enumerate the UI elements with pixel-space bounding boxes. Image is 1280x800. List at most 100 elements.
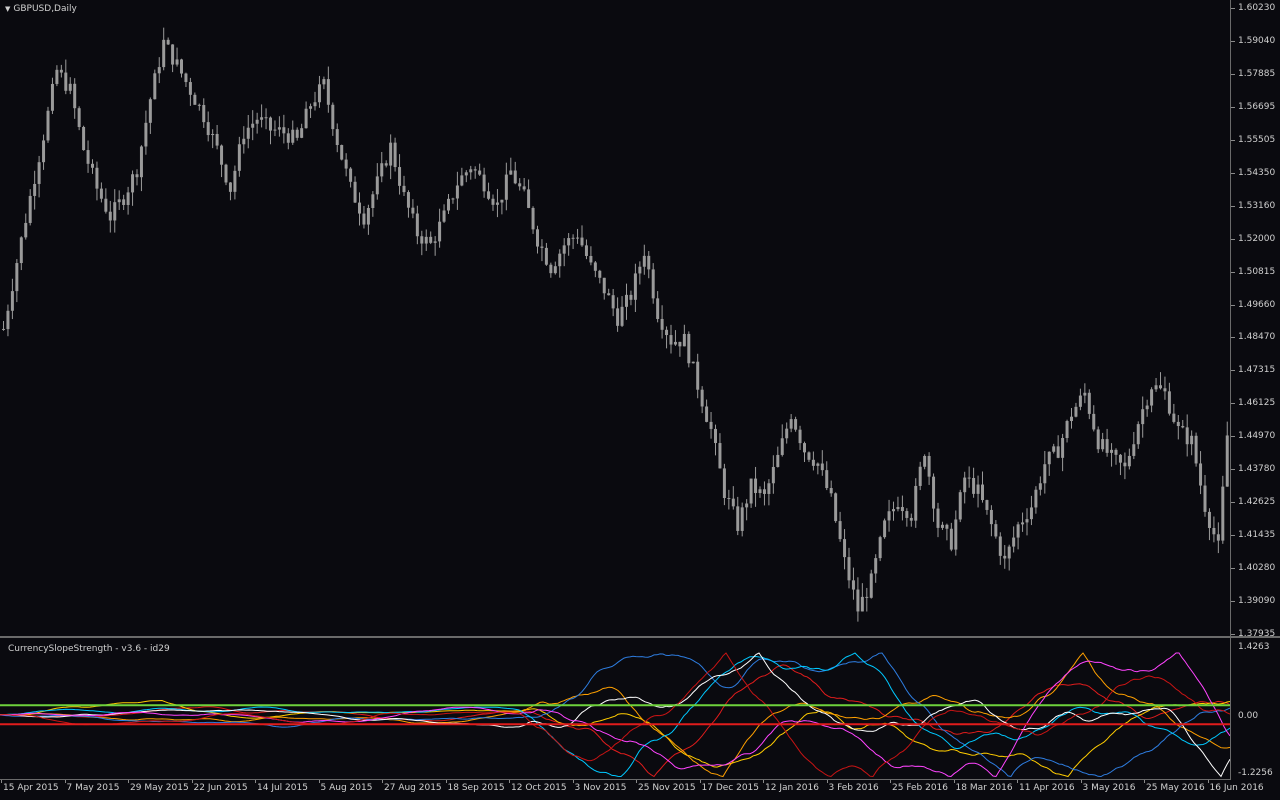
candle[interactable] <box>188 77 192 106</box>
candle[interactable] <box>673 330 677 346</box>
candle[interactable] <box>68 77 72 95</box>
candle[interactable] <box>918 461 922 491</box>
candle[interactable] <box>139 145 143 192</box>
candle[interactable] <box>958 489 962 523</box>
candle[interactable] <box>527 179 531 209</box>
candle[interactable] <box>1145 399 1149 417</box>
candle[interactable] <box>313 91 317 111</box>
candle[interactable] <box>126 186 130 215</box>
candle[interactable] <box>193 92 197 105</box>
candle[interactable] <box>1105 428 1109 457</box>
candle[interactable] <box>1132 431 1136 460</box>
candle[interactable] <box>544 242 548 266</box>
candle[interactable] <box>1212 516 1216 543</box>
candle[interactable] <box>558 249 562 278</box>
candle[interactable] <box>384 160 388 168</box>
candle[interactable] <box>758 486 762 498</box>
candle[interactable] <box>727 489 731 510</box>
candle[interactable] <box>932 473 936 522</box>
candle[interactable] <box>73 78 77 119</box>
candlestick-chart[interactable] <box>0 0 1230 636</box>
candle[interactable] <box>1185 414 1189 457</box>
candle[interactable] <box>375 163 379 200</box>
candle[interactable] <box>691 361 695 364</box>
candle[interactable] <box>335 123 339 153</box>
candle[interactable] <box>883 518 887 539</box>
candle[interactable] <box>1025 508 1029 536</box>
candle[interactable] <box>478 163 482 176</box>
candle[interactable] <box>709 411 713 439</box>
candle[interactable] <box>135 169 139 186</box>
candle[interactable] <box>300 123 304 139</box>
candle[interactable] <box>1221 475 1225 544</box>
candle[interactable] <box>816 462 820 475</box>
candle[interactable] <box>389 134 393 180</box>
candle[interactable] <box>1056 435 1060 459</box>
candle[interactable] <box>678 341 682 357</box>
candle[interactable] <box>291 120 295 145</box>
candle[interactable] <box>1154 378 1158 392</box>
candle[interactable] <box>309 103 313 118</box>
candle[interactable] <box>1083 383 1087 404</box>
candle[interactable] <box>15 259 19 303</box>
candle[interactable] <box>820 450 824 476</box>
candle[interactable] <box>1065 419 1069 443</box>
candle[interactable] <box>731 486 735 510</box>
candle[interactable] <box>237 136 241 177</box>
dropdown-triangle-icon[interactable]: ▼ <box>5 5 10 13</box>
chart-symbol-title[interactable]: ▼ GBPUSD,Daily <box>5 4 77 14</box>
candle[interactable] <box>976 475 980 508</box>
candle[interactable] <box>380 151 384 183</box>
candle[interactable] <box>340 144 344 161</box>
candle[interactable] <box>829 480 833 497</box>
candle[interactable] <box>847 547 851 589</box>
candle[interactable] <box>28 189 32 226</box>
candle[interactable] <box>860 583 864 612</box>
candle[interactable] <box>500 199 504 215</box>
candle[interactable] <box>611 288 615 317</box>
candle[interactable] <box>269 116 272 145</box>
candle[interactable] <box>246 115 250 149</box>
candle[interactable] <box>442 204 446 223</box>
candle[interactable] <box>260 104 264 128</box>
candle[interactable] <box>358 192 361 226</box>
candle[interactable] <box>745 499 749 521</box>
candle[interactable] <box>295 127 299 141</box>
candle[interactable] <box>433 236 437 256</box>
candle[interactable] <box>1101 432 1105 452</box>
candle[interactable] <box>451 197 455 204</box>
candle[interactable] <box>771 455 775 494</box>
candle[interactable] <box>1159 372 1162 390</box>
candle[interactable] <box>228 182 232 201</box>
candle[interactable] <box>616 297 620 332</box>
candle[interactable] <box>331 102 335 136</box>
candle[interactable] <box>1199 451 1203 495</box>
candle[interactable] <box>113 189 117 233</box>
candle[interactable] <box>224 163 228 186</box>
candle[interactable] <box>665 326 669 349</box>
candle[interactable] <box>491 194 495 211</box>
candle[interactable] <box>64 59 68 95</box>
candle[interactable] <box>242 126 246 154</box>
candle[interactable] <box>736 496 740 536</box>
candle[interactable] <box>469 165 473 180</box>
candle[interactable] <box>1016 521 1020 550</box>
candle[interactable] <box>366 204 370 235</box>
candle[interactable] <box>197 103 201 111</box>
candle[interactable] <box>1176 415 1180 440</box>
candle[interactable] <box>865 587 869 612</box>
candle[interactable] <box>122 194 126 211</box>
candle[interactable] <box>580 225 584 247</box>
candle[interactable] <box>923 454 927 470</box>
candle[interactable] <box>967 466 971 488</box>
candle[interactable] <box>927 452 931 485</box>
candle[interactable] <box>1074 402 1078 418</box>
candle[interactable] <box>834 492 838 523</box>
candle[interactable] <box>825 461 829 491</box>
candle[interactable] <box>206 111 210 142</box>
candle[interactable] <box>1225 421 1229 487</box>
candle[interactable] <box>656 291 660 323</box>
candle[interactable] <box>317 75 321 108</box>
candle[interactable] <box>277 116 281 137</box>
candle[interactable] <box>887 499 891 532</box>
